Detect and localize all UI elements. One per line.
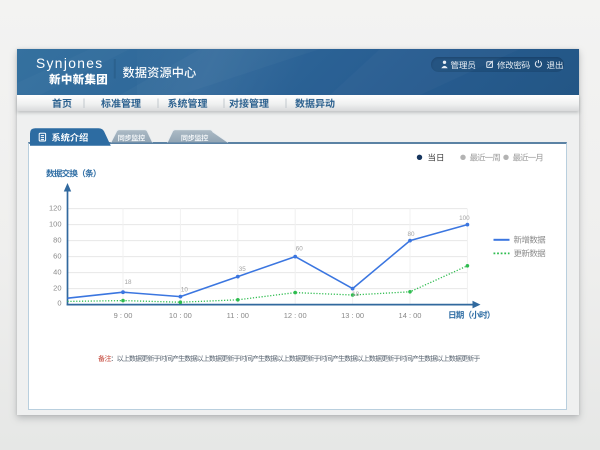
- svg-text:11 : 00: 11 : 00: [227, 311, 249, 320]
- svg-text:12 : 00: 12 : 00: [284, 311, 307, 320]
- svg-text:18: 18: [352, 291, 360, 298]
- svg-text:13 : 00: 13 : 00: [341, 311, 364, 320]
- svg-text:40: 40: [53, 268, 61, 277]
- svg-text:60: 60: [53, 252, 61, 261]
- svg-text:60: 60: [296, 246, 304, 253]
- svg-text:35: 35: [239, 266, 247, 273]
- svg-text:120: 120: [49, 204, 62, 213]
- svg-text:100: 100: [49, 220, 62, 229]
- svg-text:0: 0: [57, 299, 61, 308]
- svg-text:18: 18: [124, 279, 132, 286]
- svg-text:20: 20: [53, 284, 61, 293]
- svg-text:80: 80: [53, 236, 61, 245]
- svg-text:9 : 00: 9 : 00: [114, 311, 133, 320]
- svg-text:80: 80: [407, 231, 415, 238]
- svg-text:14 : 00: 14 : 00: [399, 311, 422, 320]
- svg-text:10: 10: [181, 287, 189, 294]
- svg-text:100: 100: [459, 215, 470, 222]
- svg-text:10 : 00: 10 : 00: [169, 311, 192, 320]
